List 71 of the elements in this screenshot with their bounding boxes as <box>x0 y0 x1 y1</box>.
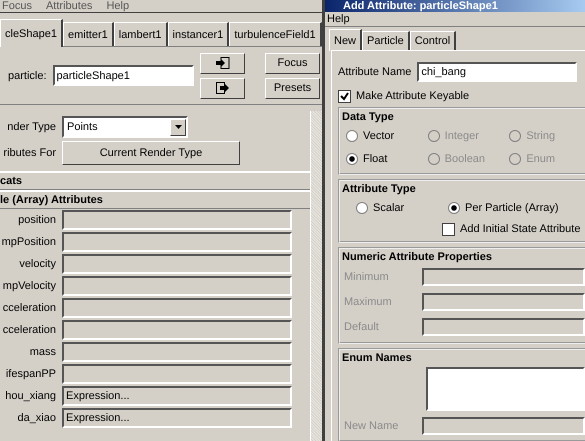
field-label: Attribute Name <box>338 66 412 78</box>
node-tab[interactable]: turbulenceField1 <box>229 22 322 46</box>
load-button[interactable] <box>200 52 245 74</box>
panel-button[interactable]: Focus <box>265 52 320 74</box>
dialog-tab[interactable]: Particle <box>362 31 410 50</box>
group-title: Attribute Type <box>342 183 417 195</box>
field-label: Minimum <box>343 270 390 284</box>
radio-option[interactable]: Scalar <box>356 201 442 215</box>
node-tab[interactable]: lambert1 <box>114 22 168 46</box>
attribute-field[interactable]: Expression... <box>62 408 292 428</box>
radio-option[interactable]: Vector <box>346 129 422 143</box>
field-label: New Name <box>343 419 400 433</box>
attribute-label: cceleration <box>2 323 56 337</box>
field-label: Maximum <box>343 295 393 309</box>
dialog-tab[interactable]: New <box>329 29 362 51</box>
node-tab[interactable]: cleShape1 <box>0 19 63 47</box>
attribute-label: mpPosition <box>0 235 56 249</box>
menu-item[interactable]: Help <box>327 12 350 26</box>
window-title: Add Attribute: particleShape1 <box>325 0 585 12</box>
radio-button[interactable] <box>448 202 460 214</box>
attribute-field[interactable] <box>62 276 292 296</box>
panel-button[interactable]: Presets <box>265 78 320 98</box>
menu-item[interactable]: Help <box>106 1 130 11</box>
radio-option[interactable]: Float <box>346 152 422 166</box>
attribute-label: cceleration <box>2 301 56 315</box>
render-type-button[interactable]: Current Render Type <box>62 141 240 165</box>
caret-icon <box>174 125 182 129</box>
attribute-field[interactable]: Expression... <box>62 386 292 406</box>
field-label: particle: <box>8 70 47 82</box>
attribute-field[interactable] <box>62 364 292 384</box>
attribute-label: da_xiao <box>16 411 56 425</box>
group-title: Enum Names <box>342 352 413 364</box>
enum-names-list[interactable] <box>426 367 585 411</box>
dialog-tab[interactable]: Control <box>410 31 456 50</box>
attribute-label: velocity <box>18 257 56 271</box>
attribute-field[interactable] <box>62 232 292 252</box>
attribute-field[interactable] <box>62 342 292 362</box>
attribute-field[interactable] <box>62 320 292 340</box>
arrow-out-box-icon <box>216 82 230 94</box>
checkbox[interactable]: Add Initial State Attribute <box>442 222 580 236</box>
attribute-label: position <box>17 213 56 227</box>
field-label: ributes For <box>2 146 56 160</box>
checkbox[interactable]: Make Attribute Keyable <box>338 89 585 103</box>
group-title: Numeric Attribute Properties <box>342 251 493 263</box>
new-name-field[interactable] <box>422 417 585 435</box>
attribute-label: ifespanPP <box>4 367 56 381</box>
field-label: Default <box>343 320 380 334</box>
attribute-name-field[interactable]: chi_bang <box>417 62 578 82</box>
scrollbar[interactable] <box>310 111 322 441</box>
radio-button[interactable] <box>346 130 358 142</box>
group-title: Data Type <box>342 111 395 123</box>
checkmark-icon <box>340 92 349 100</box>
attribute-field[interactable] <box>62 210 292 230</box>
field-label: nder Type <box>6 120 56 134</box>
attribute-label: hou_xiang <box>4 389 56 403</box>
radio-button[interactable] <box>346 153 358 165</box>
radio-option[interactable]: Per Particle (Array) <box>448 201 568 215</box>
menu-item[interactable]: Attributes <box>46 1 92 11</box>
radio-button[interactable] <box>356 202 368 214</box>
node-tab[interactable]: instancer1 <box>168 22 230 46</box>
section-header[interactable]: cats <box>0 171 310 190</box>
attribute-label: mass <box>28 345 56 359</box>
attribute-label: mpVelocity <box>2 279 56 293</box>
attribute-field[interactable] <box>62 298 292 318</box>
node-name-field[interactable]: particleShape1 <box>52 65 194 86</box>
menu-item[interactable]: Focus <box>2 1 32 11</box>
render-type-dropdown[interactable]: Points <box>62 116 188 138</box>
node-tab[interactable]: emitter1 <box>63 22 114 46</box>
export-button[interactable] <box>200 78 245 98</box>
attribute-field[interactable] <box>62 254 292 274</box>
arrow-into-box-icon <box>216 57 230 69</box>
